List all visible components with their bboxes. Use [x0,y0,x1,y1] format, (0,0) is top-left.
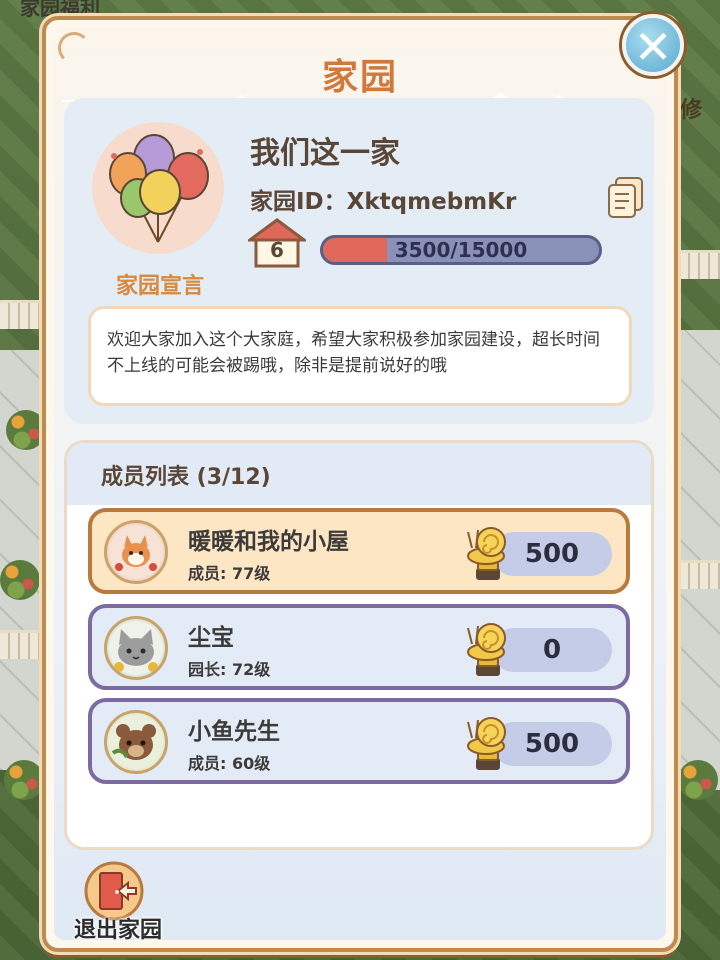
background-decorate-label[interactable]: 修 [680,92,702,124]
member-list-title: 成员列表 (3/12) [101,465,271,490]
member-list-header: 成员列表 (3/12) [67,443,651,505]
close-button[interactable]: ✕ [622,14,684,76]
copy-id-button[interactable] [606,176,646,220]
snail-trophy-icon [464,614,512,680]
cat-avatar-icon [109,621,163,675]
snail-trophy-icon [464,708,512,774]
snail-trophy-icon [464,518,512,584]
avatar [104,710,168,774]
home-level: 6 [270,238,284,262]
member-name: 尘宝 [188,625,234,651]
xp-progress-text: 3500/15000 [394,238,528,262]
member-role: 园长: 72级 [188,660,271,679]
panel-title: 家园 [321,57,398,98]
member-row[interactable]: 小鱼先生 成员: 60级 500 [88,698,630,784]
home-name: 我们这一家 [250,136,400,171]
home-declaration-label: 家园宣言 [115,274,204,299]
flower-bush [678,760,718,800]
flower-bush [4,760,44,800]
member-name: 小鱼先生 [188,719,280,745]
avatar [104,520,168,584]
exit-home-label[interactable]: 退出家园 [58,912,178,944]
balloons-icon [109,134,209,243]
avatar [104,616,168,680]
home-avatar[interactable] [92,122,224,254]
home-declaration-text[interactable]: 欢迎大家加入这个大家庭，希望大家积极参加家园建设，超长时间不上线的可能会被踢哦，… [88,306,632,406]
bear-avatar-icon [109,715,163,769]
flower-bush [6,410,46,450]
close-icon: ✕ [633,20,673,74]
member-role: 成员: 60级 [188,754,271,773]
flower-bush [0,560,40,600]
xp-progress-bar: 3500/15000 [320,235,602,265]
member-row[interactable]: 尘宝 园长: 72级 0 [88,604,630,690]
member-role: 成员: 77级 [188,564,271,583]
member-name: 暖暖和我的小屋 [188,529,349,555]
copy-icon [608,177,643,218]
member-row[interactable]: 暖暖和我的小屋 成员: 77级 500 [88,508,630,594]
home-id: 家园ID：XktqmebmKr [250,189,517,215]
fox-avatar-icon [109,525,163,579]
